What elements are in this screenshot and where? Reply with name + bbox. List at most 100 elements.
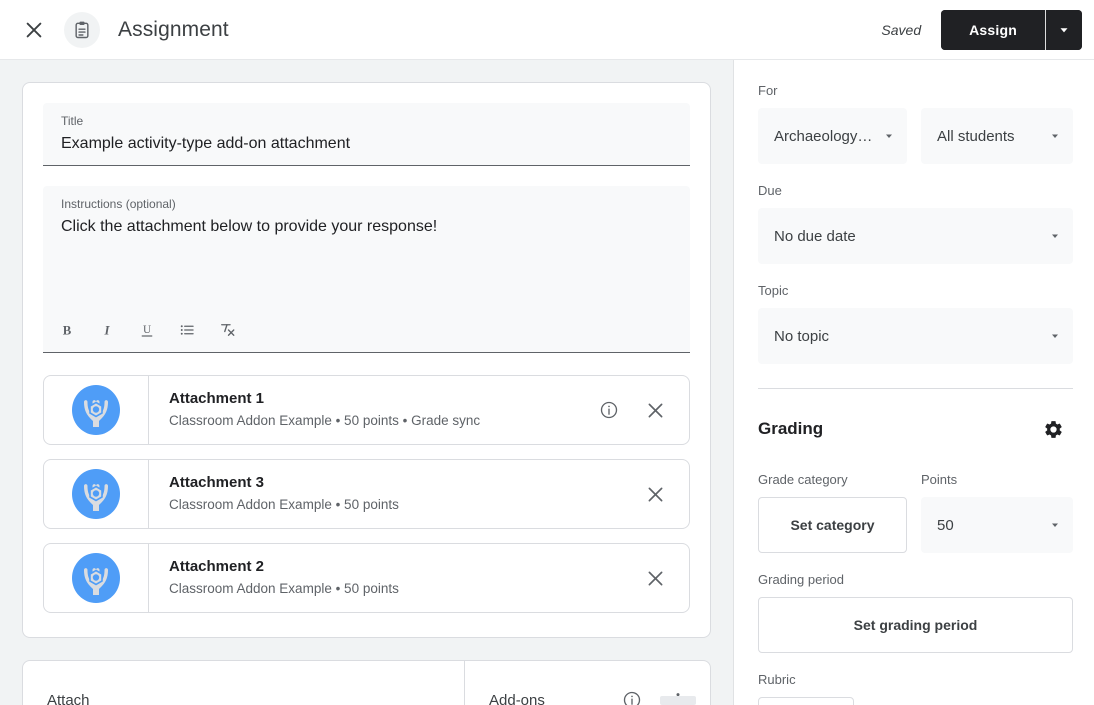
addons-label: Add-ons [489,691,545,705]
assign-button-group: Assign [941,9,1082,50]
left-content-pane: Title Example activity-type add-on attac… [0,60,733,705]
rubric-block: Rubric Rubric [758,671,1073,705]
rich-text-toolbar: B I U [43,308,690,353]
rubric-label: Rubric [758,672,796,687]
saved-status: Saved [881,21,922,38]
instructions-input[interactable]: Click the attachment below to provide yo… [61,215,672,239]
set-category-button[interactable]: Set category [758,497,907,553]
points-label: Points [921,472,958,487]
grading-fields-block: Grade category Points Set category 50 [758,471,1073,553]
chevron-down-icon [1057,23,1071,37]
chevron-down-icon [1049,330,1061,342]
close-button[interactable] [14,10,54,50]
assignment-clipboard-icon [72,20,92,40]
close-icon [23,19,45,41]
attachment-title: Attachment 1 [169,390,265,407]
topic-select[interactable]: No topic [758,308,1073,364]
title-field[interactable]: Title Example activity-type add-on attac… [43,103,690,166]
underline-button[interactable]: U [131,314,163,346]
topic-block: Topic No topic [758,282,1073,364]
attach-section: Attach [23,661,465,705]
attachment-remove-button[interactable] [635,474,675,514]
grading-section-title: Grading [758,419,824,438]
attachment-meta: Attachment 2 Classroom Addon Example • 5… [149,544,635,612]
bottom-overflow-chip [660,696,696,705]
attachment-actions [635,544,689,612]
assignment-type-chip [64,11,100,48]
topic-value: No topic [774,327,830,345]
page-title: Assignment [118,17,229,41]
bold-icon: B [58,321,76,339]
attach-panel: Attach Add-ons [22,660,711,705]
attachment-subtitle: Classroom Addon Example • 50 points • Gr… [169,413,481,428]
bold-button[interactable]: B [51,314,83,346]
attachment-info-button[interactable] [589,390,629,430]
app-header: Assignment Saved Assign [0,0,1094,60]
bulleted-list-icon [178,321,196,339]
assign-button[interactable]: Assign [941,9,1045,50]
assignment-details-card: Title Example activity-type add-on attac… [22,82,711,638]
bulleted-list-button[interactable] [171,314,203,346]
attachment-remove-button[interactable] [635,390,675,430]
attachment-row[interactable]: Attachment 1 Classroom Addon Example • 5… [43,375,690,445]
svg-text:I: I [104,324,111,338]
attachment-remove-button[interactable] [635,558,675,598]
svg-text:B: B [63,324,72,338]
italic-button[interactable]: I [91,314,123,346]
attachment-thumbnail [44,376,149,444]
points-select[interactable]: 50 [921,497,1073,553]
course-select[interactable]: Archaeology … [758,108,907,164]
course-select-value: Archaeology … [774,127,875,145]
grading-header: Grading [758,409,1073,449]
attachment-actions [589,376,689,444]
for-row: Archaeology … All students [758,108,1073,164]
attachment-thumbnail [44,544,149,612]
grading-period-label: Grading period [758,572,844,587]
clear-formatting-button[interactable] [211,314,243,346]
grading-period-block: Grading period Set grading period [758,571,1073,653]
svg-text:U: U [143,324,151,336]
classroom-addon-icon [69,383,123,437]
chevron-down-icon [1049,130,1061,142]
attachment-thumbnail [44,460,149,528]
classroom-addon-icon [69,551,123,605]
chevron-down-icon [1049,519,1061,531]
italic-icon: I [98,321,116,339]
instructions-field-label: Instructions (optional) [61,197,176,211]
students-select[interactable]: All students [921,108,1073,164]
due-label: Due [758,183,782,198]
grading-controls-row: Set category 50 [758,497,1073,553]
assign-dropdown-button[interactable] [1046,9,1082,50]
addons-info-button[interactable] [612,680,652,705]
close-icon [645,568,666,589]
chevron-down-icon [883,130,895,142]
close-icon [645,400,666,421]
topic-label: Topic [758,283,789,298]
sidebar-divider [758,388,1073,389]
attachment-row[interactable]: Attachment 3 Classroom Addon Example • 5… [43,459,690,529]
attachment-meta: Attachment 1 Classroom Addon Example • 5… [149,376,589,444]
title-input[interactable]: Example activity-type add-on attachment [61,132,672,156]
gear-icon [1043,419,1064,440]
for-label: For [758,83,778,98]
due-date-select[interactable]: No due date [758,208,1073,264]
clear-formatting-icon [218,321,236,339]
due-block: Due No due date [758,182,1073,264]
settings-sidebar: For Archaeology … All students Due No du… [733,60,1094,705]
underline-icon: U [138,321,156,339]
chevron-down-icon [1049,230,1061,242]
attach-label: Attach [47,691,90,705]
attachment-subtitle: Classroom Addon Example • 50 points [169,497,399,512]
attachment-row[interactable]: Attachment 2 Classroom Addon Example • 5… [43,543,690,613]
grading-labels-row: Grade category Points [758,471,1073,497]
instructions-field[interactable]: Instructions (optional) Click the attach… [43,186,690,308]
points-value: 50 [937,516,954,534]
set-grading-period-button[interactable]: Set grading period [758,597,1073,653]
body-wrapper: Title Example activity-type add-on attac… [0,60,1094,705]
attachment-actions [635,460,689,528]
classroom-addon-icon [69,467,123,521]
students-select-value: All students [937,127,1015,145]
add-rubric-button[interactable]: Rubric [758,697,854,705]
grading-settings-button[interactable] [1033,409,1073,449]
grade-category-label: Grade category [758,472,848,487]
